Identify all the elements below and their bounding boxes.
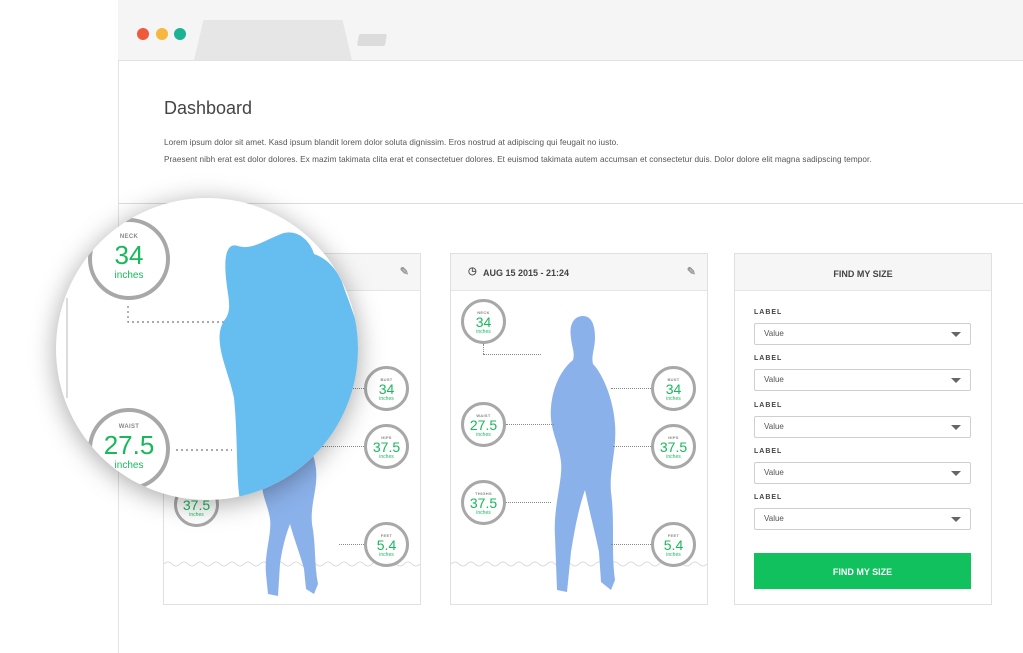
intro-text-line-2: Praesent nibh erat est dolor dolores. Ex… [164, 155, 872, 164]
window-close-button[interactable] [137, 28, 149, 40]
zoom-panel-edge [66, 298, 74, 398]
bust-measurement[interactable]: BUST 34 inches [364, 366, 409, 411]
zoom-magnifier: NECK 34 inches WAIST 27.5 inches [56, 198, 358, 500]
size-select-3[interactable]: Value [754, 416, 971, 438]
browser-tab-active[interactable] [194, 20, 352, 60]
select-value: Value [764, 422, 784, 431]
leader-line [613, 446, 651, 447]
bust-measurement[interactable]: BUST 34 inches [651, 366, 696, 411]
chevron-down-icon [951, 425, 961, 430]
leader-line [506, 424, 554, 425]
window-minimize-button[interactable] [156, 28, 168, 40]
window-maximize-button[interactable] [174, 28, 186, 40]
measurement-card-2: ◷ AUG 15 2015 - 21:24 ✎ NECK 34 inches B… [450, 253, 708, 605]
field-label: LABEL [754, 355, 783, 362]
measurement-value: 37.5 [659, 439, 688, 455]
measurement-value: 27.5 [469, 417, 498, 433]
zoom-waist-measurement[interactable]: WAIST 27.5 inches [88, 408, 170, 490]
clock-icon: ◷ [468, 266, 477, 277]
hips-measurement[interactable]: HIPS 37.5 inches [364, 424, 409, 469]
select-value: Value [764, 514, 784, 523]
measurement-value: 34 [114, 240, 144, 270]
measurement-value: 37.5 [372, 439, 401, 455]
measurement-unit: inches [666, 552, 681, 558]
find-my-size-button[interactable]: FIND MY SIZE [754, 553, 971, 589]
size-select-4[interactable]: Value [754, 462, 971, 484]
measurement-value: 34 [665, 381, 682, 397]
field-label: LABEL [754, 309, 783, 316]
leader-line [483, 354, 541, 355]
size-finder-title: FIND MY SIZE [735, 254, 991, 291]
zoom-neck-measurement[interactable]: NECK 34 inches [88, 218, 170, 300]
hips-measurement[interactable]: HIPS 37.5 inches [651, 424, 696, 469]
field-label: LABEL [754, 448, 783, 455]
card-date: AUG 15 2015 - 21:24 [483, 268, 570, 278]
measurement-unit: inches [114, 460, 144, 471]
field-label: LABEL [754, 402, 783, 409]
size-select-2[interactable]: Value [754, 369, 971, 391]
measurement-unit: inches [379, 396, 394, 402]
leader-line [506, 502, 551, 503]
measurement-unit: inches [379, 552, 394, 558]
new-tab-button[interactable] [356, 34, 388, 46]
pencil-icon[interactable]: ✎ [687, 265, 696, 278]
card-header: ◷ AUG 15 2015 - 21:24 ✎ [451, 254, 707, 291]
page-title: Dashboard [164, 98, 253, 118]
feet-measurement[interactable]: FEET 5.4 inches [364, 522, 409, 567]
measurement-value: 34 [475, 314, 492, 330]
neck-measurement[interactable]: NECK 34 inches [461, 299, 506, 344]
chevron-down-icon [951, 378, 961, 383]
chevron-down-icon [951, 517, 961, 522]
measurement-unit: inches [114, 270, 144, 281]
measurement-unit: inches [666, 396, 681, 402]
feet-measurement[interactable]: FEET 5.4 inches [651, 522, 696, 567]
size-select-1[interactable]: Value [754, 323, 971, 345]
waist-measurement[interactable]: WAIST 27.5 inches [461, 402, 506, 447]
select-value: Value [764, 468, 784, 477]
measurement-value: 34 [378, 381, 395, 397]
chevron-down-icon [951, 471, 961, 476]
measurement-value: 37.5 [182, 497, 211, 513]
field-label: LABEL [754, 494, 783, 501]
leader-line [483, 344, 484, 354]
chevron-down-icon [951, 332, 961, 337]
thighs-measurement[interactable]: THIGHS 37.5 inches [461, 480, 506, 525]
select-value: Value [764, 329, 784, 338]
leader-line [611, 388, 651, 389]
body-silhouette [550, 316, 616, 592]
leader-line [339, 544, 364, 545]
select-value: Value [764, 375, 784, 384]
intro-text-line-1: Lorem ipsum dolor sit amet. Kasd ipsum b… [164, 138, 619, 147]
size-finder-panel: FIND MY SIZE LABEL Value LABEL Value LAB… [734, 253, 992, 605]
measurement-value: 5.4 [376, 537, 397, 553]
measurement-value: 37.5 [469, 495, 498, 511]
measurement-value: 5.4 [663, 537, 684, 553]
size-select-5[interactable]: Value [754, 508, 971, 530]
measurement-unit: inches [476, 329, 491, 335]
measurement-value: 27.5 [103, 430, 155, 460]
leader-line [611, 544, 651, 545]
pencil-icon[interactable]: ✎ [400, 265, 409, 278]
